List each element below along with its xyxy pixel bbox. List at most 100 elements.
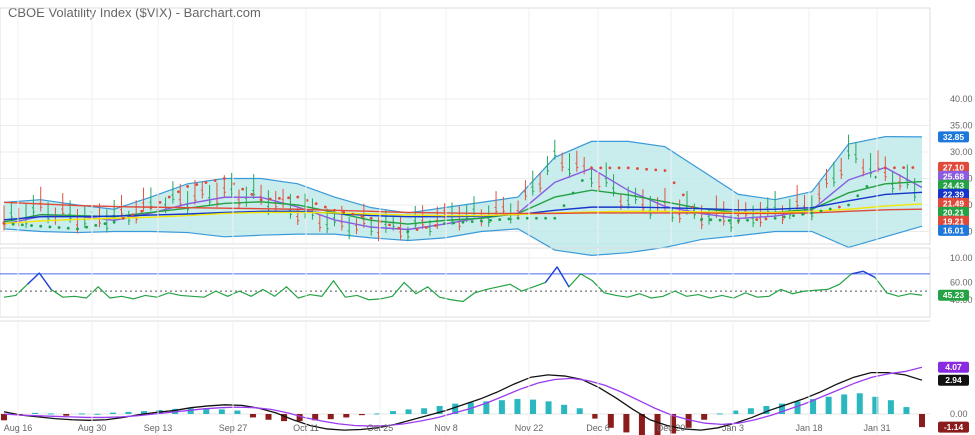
- psar-dot: [342, 210, 346, 214]
- x-tick-label: Jan 31: [863, 423, 890, 433]
- psar-dot: [85, 225, 89, 229]
- psar-dot: [314, 202, 318, 206]
- psar-dot: [562, 204, 566, 208]
- psar-dot: [250, 193, 254, 196]
- x-tick-label: Sep 13: [144, 423, 173, 433]
- psar-dot: [755, 218, 759, 221]
- psar-dot: [167, 195, 171, 199]
- macd-histogram-bar: [716, 413, 723, 415]
- psar-dot: [911, 166, 915, 169]
- psar-dot: [801, 212, 805, 216]
- psar-dot: [76, 227, 79, 231]
- psar-dot: [2, 222, 6, 225]
- macd-histogram-bar: [405, 409, 412, 414]
- macd-histogram-bar: [919, 414, 925, 428]
- macd-histogram-bar: [545, 401, 552, 414]
- psar-dot: [847, 203, 850, 207]
- price-value-tag-label: 32.85: [943, 132, 965, 142]
- psar-dot: [479, 219, 483, 223]
- macd-histogram-bar: [218, 409, 225, 414]
- psar-dot: [287, 196, 290, 200]
- macd-histogram-bar: [32, 412, 39, 414]
- psar-dot: [112, 220, 116, 224]
- macd-histogram-bar: [125, 411, 132, 414]
- psar-dot: [434, 224, 437, 227]
- rsi-value-tag-label: 45.23: [943, 290, 965, 300]
- psar-dot: [893, 166, 896, 170]
- macd-histogram-bar: [421, 408, 428, 414]
- macd-histogram-bar: [903, 407, 910, 414]
- psar-dot: [608, 166, 612, 170]
- psar-dot: [11, 222, 15, 226]
- psar-dot: [663, 169, 667, 172]
- psar-dot: [727, 219, 731, 222]
- macd-histogram-bar: [592, 414, 599, 419]
- psar-dot: [553, 216, 557, 220]
- psar-dot: [535, 216, 538, 220]
- macd-histogram-bar: [623, 414, 630, 433]
- price-tick-label: 35.00: [950, 121, 973, 131]
- psar-dot: [782, 215, 786, 219]
- price-tick-label: 10.00: [950, 253, 973, 263]
- psar-dot: [30, 224, 33, 227]
- psar-dot: [140, 209, 144, 213]
- price-value-tag-label: 16.01: [943, 225, 965, 235]
- psar-dot: [452, 221, 456, 225]
- psar-dot: [103, 222, 107, 226]
- price-tick-label: 40.00: [950, 94, 973, 104]
- psar-dot: [856, 194, 860, 198]
- macd-histogram-bar: [187, 408, 194, 414]
- psar-dot: [388, 223, 391, 227]
- psar-dot: [57, 226, 61, 229]
- macd-histogram-bar: [265, 414, 272, 420]
- x-tick-label: Dec 6: [586, 423, 610, 433]
- macd-histogram-bar: [1, 414, 7, 421]
- macd-tick-label: 0.00: [950, 409, 968, 419]
- x-tick-label: Aug 16: [4, 423, 33, 433]
- rsi-tick-label: 60.00: [950, 278, 973, 288]
- macd-histogram-bar: [498, 400, 505, 414]
- x-tick-label: Sep 27: [219, 423, 248, 433]
- macd-histogram-bar: [856, 393, 863, 414]
- psar-dot: [691, 205, 694, 209]
- psar-dot: [66, 226, 70, 230]
- psar-dot: [20, 223, 24, 227]
- macd-value-tag-label: 2.94: [945, 375, 962, 385]
- x-tick-label: Dec 20: [657, 423, 686, 433]
- macd-histogram-bar: [576, 408, 583, 414]
- psar-dot: [149, 206, 153, 210]
- psar-dot: [737, 219, 740, 223]
- psar-dot: [94, 224, 98, 227]
- psar-dot: [580, 179, 584, 182]
- macd-histogram-bar: [747, 408, 754, 414]
- x-tick-label: Nov 8: [434, 423, 458, 433]
- psar-dot: [213, 179, 217, 182]
- psar-dot: [498, 218, 502, 221]
- psar-dot: [278, 196, 281, 200]
- macd-histogram-bar: [825, 396, 832, 414]
- psar-dot: [544, 216, 548, 220]
- psar-dot: [746, 218, 749, 222]
- psar-dot: [828, 207, 832, 211]
- psar-dot: [700, 217, 704, 221]
- psar-dot: [397, 226, 401, 230]
- psar-dot: [268, 197, 272, 201]
- psar-dot: [883, 166, 887, 170]
- psar-dot: [222, 177, 226, 180]
- psar-dot: [360, 214, 364, 218]
- psar-dot: [470, 220, 474, 223]
- psar-dot: [333, 208, 336, 212]
- x-tick-label: Aug 30: [78, 423, 107, 433]
- psar-dot: [489, 218, 492, 222]
- psar-dot: [709, 218, 713, 222]
- psar-dot: [259, 198, 263, 202]
- psar-dot: [865, 185, 869, 188]
- macd-histogram-bar: [358, 414, 365, 416]
- macd-histogram-bar: [234, 410, 241, 414]
- psar-dot: [617, 166, 621, 170]
- macd-histogram-bar: [343, 414, 350, 418]
- psar-dot: [351, 212, 355, 216]
- psar-dot: [810, 211, 814, 215]
- psar-dot: [626, 166, 630, 170]
- macd-histogram-bar: [94, 413, 101, 415]
